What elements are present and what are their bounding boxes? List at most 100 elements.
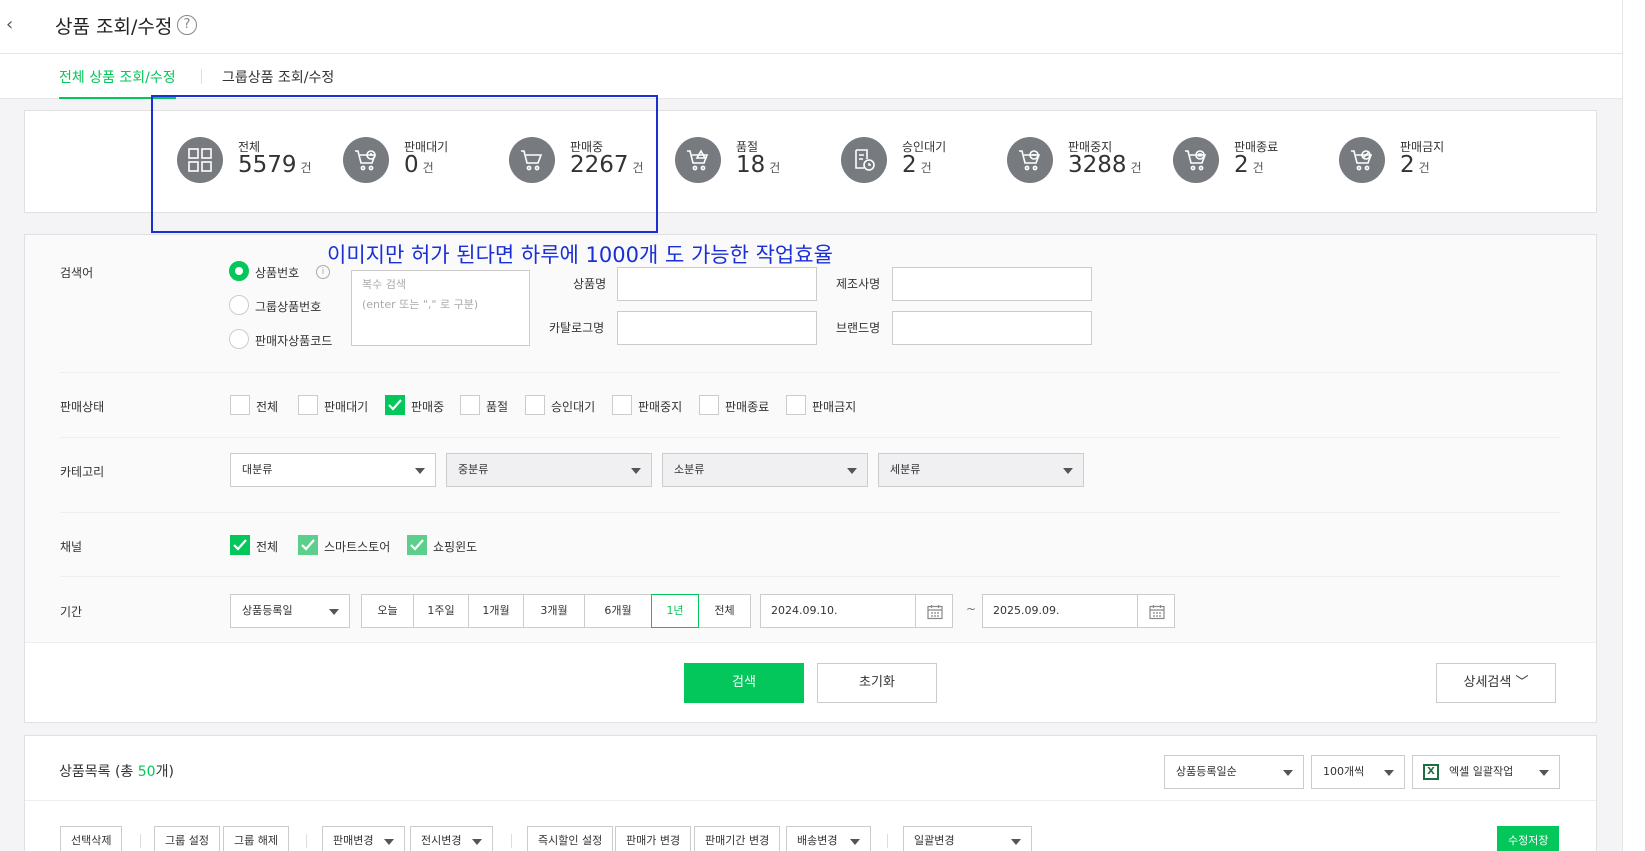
channel-label: 채널	[60, 540, 83, 554]
divider	[887, 834, 888, 848]
chevron-down-icon	[850, 839, 860, 845]
reset-button[interactable]: 초기화	[817, 663, 937, 703]
divider	[60, 437, 1560, 438]
sale-period-change-button[interactable]: 판매기간 변경	[694, 826, 781, 851]
period-today-button[interactable]: 오늘	[361, 594, 414, 628]
chevron-down-icon	[384, 839, 394, 845]
radio-label: 상품번호	[255, 266, 300, 280]
stat-value: 2건	[1234, 152, 1264, 178]
select-value: 소분류	[674, 463, 705, 476]
checkbox-box	[612, 395, 632, 415]
checkbox-label: 스마트스토어	[324, 540, 391, 554]
checkbox-box	[699, 395, 719, 415]
divider	[140, 834, 141, 848]
category-medium-select[interactable]: 중분류	[446, 453, 652, 487]
group-unset-button[interactable]: 그룹 해제	[223, 826, 289, 851]
period-1month-button[interactable]: 1개월	[468, 594, 524, 628]
cart-prohibited-icon	[1339, 137, 1385, 183]
checkbox-label: 쇼핑윈도	[433, 540, 478, 554]
end-date-field[interactable]: 2025.09.09.	[982, 594, 1139, 628]
save-changes-button[interactable]: 수정저장	[1497, 826, 1560, 851]
catalog-input[interactable]	[617, 311, 817, 345]
period-1week-button[interactable]: 1주일	[413, 594, 469, 628]
stat-value: 2건	[902, 152, 932, 178]
start-date-field[interactable]: 2024.09.10.	[760, 594, 917, 628]
period-type-select[interactable]: 상품등록일	[230, 594, 350, 628]
product-name-input[interactable]	[617, 267, 817, 301]
page-size-select[interactable]: 100개씩	[1311, 755, 1405, 789]
checkbox-box	[230, 395, 250, 415]
category-large-select[interactable]: 대분류	[230, 453, 436, 487]
select-value: 배송변경	[797, 834, 838, 847]
delete-selected-button[interactable]: 선택삭제	[60, 826, 123, 851]
brand-label: 브랜드명	[836, 321, 881, 335]
stat-value: 2건	[1400, 152, 1430, 178]
checkbox-box	[298, 395, 318, 415]
checkbox-label: 승인대기	[551, 400, 596, 414]
stat-value: 18 건	[736, 152, 781, 178]
radio-dot	[229, 295, 249, 315]
radio-label: 판매자상품코드	[255, 334, 333, 348]
checkbox-box	[385, 395, 405, 415]
vertical-scrollbar[interactable]	[1622, 0, 1645, 851]
tab-all-products[interactable]: 전체 상품 조회/수정	[59, 67, 176, 99]
cart-warning-icon	[675, 137, 721, 183]
multi-search-textarea[interactable]	[351, 270, 530, 346]
document-clock-icon	[841, 137, 887, 183]
grid-icon	[177, 137, 223, 183]
price-change-button[interactable]: 판매가 변경	[615, 826, 692, 851]
check-icon	[410, 539, 424, 551]
help-icon[interactable]: ?	[177, 15, 197, 35]
excel-icon: X	[1423, 764, 1439, 780]
radio-dot	[229, 261, 249, 281]
check-icon	[301, 539, 315, 551]
radio-dot	[229, 329, 249, 349]
date-range-tilde: ~	[966, 602, 977, 616]
select-value: 상품등록일	[242, 604, 293, 617]
checkbox-label: 판매금지	[812, 400, 857, 414]
checkbox-box	[298, 535, 318, 555]
sort-select[interactable]: 상품등록일순	[1164, 755, 1304, 789]
tab-bar: 전체 상품 조회/수정 그룹상품 조회/수정	[0, 54, 1622, 99]
delivery-change-select[interactable]: 배송변경	[786, 826, 871, 851]
chevron-down-icon	[415, 468, 425, 474]
checkbox-label: 판매중	[411, 400, 445, 414]
calendar-icon[interactable]	[915, 594, 953, 628]
page-title: 상품 조회/수정	[55, 16, 173, 38]
chevron-down-icon	[1384, 770, 1394, 776]
top-bar: ‹ 상품 조회/수정 ?	[0, 0, 1622, 54]
period-6month-button[interactable]: 6개월	[584, 594, 652, 628]
calendar-icon[interactable]	[1137, 594, 1175, 628]
info-icon[interactable]: i	[316, 265, 330, 279]
period-all-button[interactable]: 전체	[698, 594, 751, 628]
excel-bulk-select[interactable]: X 엑셀 일괄작업	[1412, 755, 1560, 789]
sale-status-label: 판매상태	[60, 400, 105, 414]
brand-input[interactable]	[892, 311, 1092, 345]
back-icon[interactable]: ‹	[6, 14, 13, 35]
detail-search-button[interactable]: 상세검색 ﹀	[1436, 663, 1556, 703]
tab-group-products[interactable]: 그룹상품 조회/수정	[222, 67, 334, 97]
divider	[306, 834, 307, 848]
period-1year-button[interactable]: 1년	[651, 594, 699, 628]
display-change-select[interactable]: 전시변경	[410, 826, 493, 851]
cart-clock-icon	[343, 137, 389, 183]
manufacturer-input[interactable]	[892, 267, 1092, 301]
category-small-select[interactable]: 소분류	[662, 453, 868, 487]
divider	[60, 512, 1560, 513]
select-value: 일괄변경	[914, 834, 955, 847]
chevron-down-icon	[1539, 770, 1549, 776]
checkbox-box	[786, 395, 806, 415]
period-3month-button[interactable]: 3개월	[523, 594, 585, 628]
instant-discount-button[interactable]: 즉시할인 설정	[527, 826, 614, 851]
cart-x-icon	[1173, 137, 1219, 183]
search-button[interactable]: 검색	[684, 663, 804, 703]
group-set-button[interactable]: 그룹 설정	[154, 826, 220, 851]
sale-change-select[interactable]: 판매변경	[322, 826, 405, 851]
bulk-change-select[interactable]: 일괄변경	[903, 826, 1032, 851]
category-label: 카테고리	[60, 465, 105, 479]
select-value: 판매변경	[333, 834, 374, 847]
status-summary-panel: 전체 5579 건 판매대기 0건 판매중 2267 건 품절 18 건 승인대기 2…	[24, 110, 1597, 213]
category-detail-select[interactable]: 세분류	[878, 453, 1084, 487]
stat-value: 5579 건	[238, 152, 312, 178]
chevron-down-icon	[631, 468, 641, 474]
